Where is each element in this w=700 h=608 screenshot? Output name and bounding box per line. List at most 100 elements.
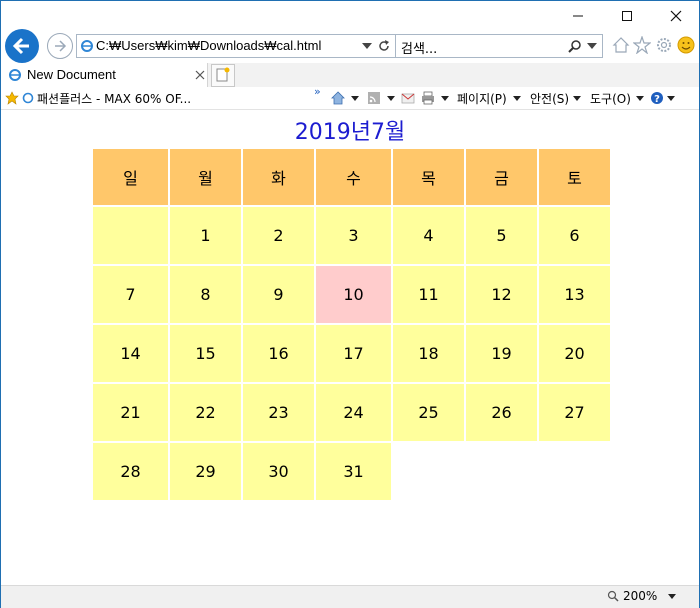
day-cell: 24 bbox=[314, 382, 393, 443]
new-tab-button[interactable] bbox=[211, 64, 235, 87]
day-cell: 3 bbox=[314, 205, 393, 266]
day-cell: 26 bbox=[464, 382, 539, 443]
safety-menu[interactable]: 안전(S) bbox=[530, 90, 569, 107]
zoom-icon[interactable] bbox=[607, 590, 619, 602]
empty-cell bbox=[464, 441, 539, 502]
day-cell: 11 bbox=[391, 264, 466, 325]
day-cell: 20 bbox=[537, 323, 612, 384]
ie-page-icon bbox=[81, 40, 93, 52]
tools-menu[interactable]: 도구(O) bbox=[590, 90, 631, 107]
search-icon[interactable] bbox=[568, 39, 582, 53]
week-row: 1 2 3 4 5 6 bbox=[91, 205, 612, 266]
day-cell: 8 bbox=[168, 264, 243, 325]
refresh-icon[interactable] bbox=[377, 39, 391, 53]
empty-cell bbox=[537, 441, 612, 502]
day-cell: 31 bbox=[314, 441, 393, 502]
address-bar: C:₩Users₩kim₩Downloads₩cal.html 검색... bbox=[1, 27, 699, 63]
day-cell: 28 bbox=[91, 441, 170, 502]
week-row: 7 8 9 10 11 12 13 bbox=[91, 264, 612, 325]
new-tab-icon bbox=[216, 67, 230, 82]
day-cell: 21 bbox=[91, 382, 170, 443]
feed-icon[interactable] bbox=[367, 91, 381, 105]
day-cell: 9 bbox=[241, 264, 316, 325]
day-cell: 17 bbox=[314, 323, 393, 384]
print-dropdown-icon[interactable] bbox=[441, 96, 449, 102]
smiley-feedback-icon[interactable] bbox=[677, 36, 695, 54]
day-cell: 22 bbox=[168, 382, 243, 443]
gear-icon[interactable] bbox=[655, 36, 673, 54]
status-bar: 200% bbox=[1, 585, 699, 608]
close-icon bbox=[670, 10, 682, 22]
weekday-sun: 일 bbox=[91, 147, 170, 207]
arrow-right-icon bbox=[55, 40, 67, 52]
day-cell: 12 bbox=[464, 264, 539, 325]
weekday-tue: 화 bbox=[241, 147, 316, 207]
day-cell: 29 bbox=[168, 441, 243, 502]
home-icon[interactable] bbox=[612, 36, 630, 54]
favorite-link[interactable]: 패션플러스 - MAX 60% OF... bbox=[37, 90, 191, 107]
search-input[interactable]: 검색... bbox=[395, 34, 603, 58]
day-cell: 27 bbox=[537, 382, 612, 443]
search-placeholder: 검색... bbox=[401, 42, 438, 57]
svg-text:?: ? bbox=[654, 94, 660, 105]
forward-button[interactable] bbox=[47, 33, 73, 59]
favorites-bar: 패션플러스 - MAX 60% OF... » 페이지(P) 안전(S) 도구(… bbox=[1, 85, 699, 110]
day-cell: 2 bbox=[241, 205, 316, 266]
favorites-star-icon[interactable] bbox=[633, 36, 651, 54]
week-row: 28 29 30 31 bbox=[91, 441, 612, 502]
weekday-fri: 금 bbox=[464, 147, 539, 207]
day-cell: 4 bbox=[391, 205, 466, 266]
day-cell: 14 bbox=[91, 323, 170, 384]
page-menu-dropdown-icon[interactable] bbox=[513, 96, 521, 102]
ie-tab-icon bbox=[9, 69, 21, 81]
safety-menu-dropdown-icon[interactable] bbox=[573, 96, 581, 102]
url-text: C:₩Users₩kim₩Downloads₩cal.html bbox=[96, 38, 322, 53]
day-cell: 6 bbox=[537, 205, 612, 266]
help-dropdown-icon[interactable] bbox=[667, 96, 675, 102]
zoom-dropdown-icon[interactable] bbox=[668, 594, 676, 600]
mail-icon[interactable] bbox=[401, 91, 415, 105]
day-cell: 5 bbox=[464, 205, 539, 266]
day-cell: 13 bbox=[537, 264, 612, 325]
home-dropdown-icon[interactable] bbox=[351, 96, 359, 102]
weekday-sat: 토 bbox=[537, 147, 612, 207]
url-input[interactable]: C:₩Users₩kim₩Downloads₩cal.html bbox=[76, 34, 396, 58]
empty-cell bbox=[391, 441, 466, 502]
day-cell: 19 bbox=[464, 323, 539, 384]
page-content: 2019년7월 일 월 화 수 목 금 토 1 2 3 4 5 6 7 8 9 … bbox=[1, 110, 699, 585]
day-cell: 16 bbox=[241, 323, 316, 384]
back-button[interactable] bbox=[5, 29, 39, 63]
tab-strip: New Document bbox=[1, 63, 699, 88]
day-cell bbox=[91, 205, 170, 266]
week-row: 14 15 16 17 18 19 20 bbox=[91, 323, 612, 384]
day-cell: 23 bbox=[241, 382, 316, 443]
minimize-icon bbox=[573, 15, 583, 17]
tab-new-document[interactable]: New Document bbox=[1, 63, 208, 87]
close-tab-icon[interactable] bbox=[195, 70, 205, 80]
calendar-table: 일 월 화 수 목 금 토 1 2 3 4 5 6 7 8 9 10 11 12… bbox=[91, 147, 612, 502]
ie-favorite-icon bbox=[22, 92, 34, 104]
add-favorite-icon[interactable] bbox=[5, 91, 19, 105]
print-icon[interactable] bbox=[421, 91, 435, 105]
week-row: 21 22 23 24 25 26 27 bbox=[91, 382, 612, 443]
weekday-thu: 목 bbox=[391, 147, 466, 207]
calendar-title: 2019년7월 bbox=[294, 120, 406, 145]
page-menu[interactable]: 페이지(P) bbox=[457, 90, 507, 107]
browser-window: C:₩Users₩kim₩Downloads₩cal.html 검색... Ne… bbox=[0, 0, 700, 608]
tools-menu-dropdown-icon[interactable] bbox=[636, 96, 644, 102]
weekday-header-row: 일 월 화 수 목 금 토 bbox=[91, 147, 612, 207]
tab-title: New Document bbox=[27, 67, 116, 82]
dropdown-arrow-icon[interactable] bbox=[362, 43, 372, 51]
day-cell: 30 bbox=[241, 441, 316, 502]
home-cmd-icon[interactable] bbox=[331, 91, 345, 105]
feed-dropdown-icon[interactable] bbox=[387, 96, 395, 102]
chevron-more-icon[interactable]: » bbox=[314, 85, 321, 98]
zoom-level[interactable]: 200% bbox=[623, 589, 657, 603]
weekday-mon: 월 bbox=[168, 147, 243, 207]
help-icon[interactable]: ? bbox=[650, 91, 664, 105]
today-day-cell: 10 bbox=[314, 264, 393, 325]
search-dropdown-icon[interactable] bbox=[587, 43, 597, 51]
day-cell: 18 bbox=[391, 323, 466, 384]
day-cell: 25 bbox=[391, 382, 466, 443]
day-cell: 1 bbox=[168, 205, 243, 266]
